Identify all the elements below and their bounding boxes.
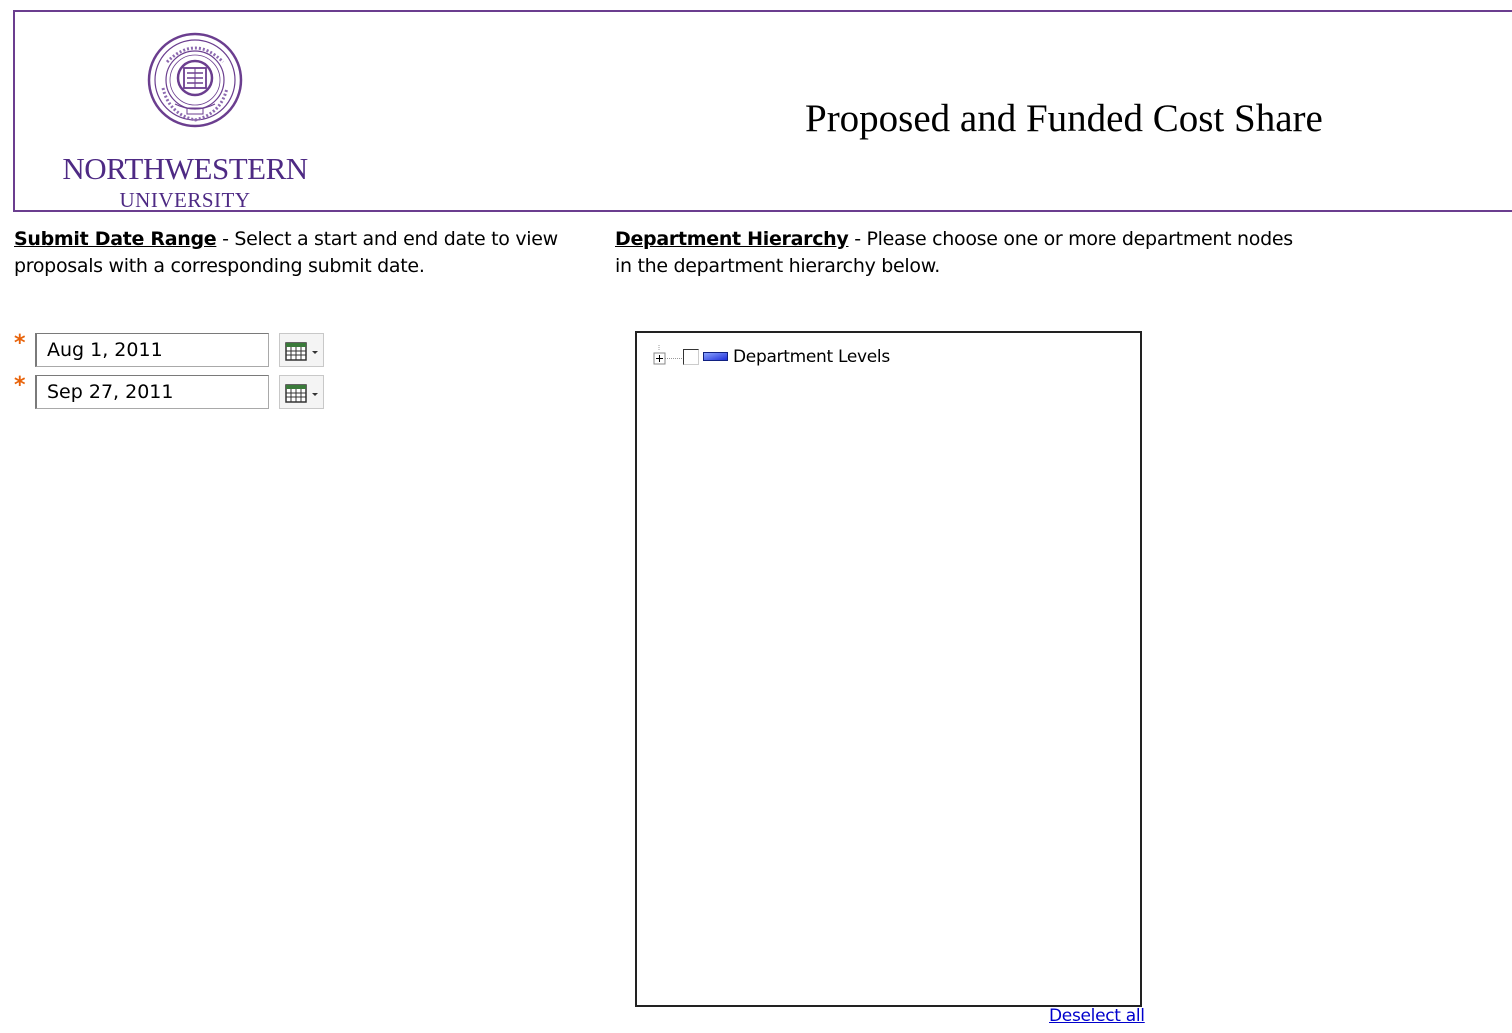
northwestern-logo: NORTHWESTERN UNIVERSITY [45, 28, 325, 212]
start-date-input[interactable] [35, 333, 269, 367]
university-seal-icon [147, 32, 243, 128]
calendar-dropdown-icon [285, 384, 318, 403]
report-header: NORTHWESTERN UNIVERSITY Proposed and Fun… [13, 10, 1512, 212]
department-folder-icon [703, 352, 728, 361]
calendar-dropdown-icon [285, 342, 318, 361]
end-date-calendar-button[interactable] [279, 375, 324, 409]
department-tree[interactable]: Department Levels [635, 331, 1142, 1007]
start-date-calendar-button[interactable] [279, 333, 324, 367]
date-range-instructions: Submit Date Range - Select a start and e… [14, 226, 604, 280]
logo-wordmark: NORTHWESTERN [62, 151, 308, 186]
required-marker: * [14, 373, 26, 398]
department-heading: Department Hierarchy [615, 228, 849, 250]
expand-plus-icon[interactable] [651, 345, 683, 371]
deselect-all-link[interactable]: Deselect all [1049, 1006, 1145, 1026]
page-title: Proposed and Funded Cost Share [805, 97, 1323, 140]
department-description: - Please choose one or more department n… [848, 228, 1293, 250]
required-marker: * [14, 331, 26, 356]
date-range-heading: Submit Date Range [14, 228, 217, 250]
department-description-cont: in the department hierarchy below. [615, 255, 940, 277]
end-date-input[interactable] [35, 375, 269, 409]
tree-node-label: Department Levels [733, 347, 890, 367]
department-instructions: Department Hierarchy - Please choose one… [615, 226, 1375, 280]
logo-subword: UNIVERSITY [119, 188, 251, 212]
date-range-description: - Select a start and end date to view [216, 228, 558, 250]
date-range-description-cont: proposals with a corresponding submit da… [14, 255, 425, 277]
department-levels-checkbox[interactable] [683, 349, 699, 365]
